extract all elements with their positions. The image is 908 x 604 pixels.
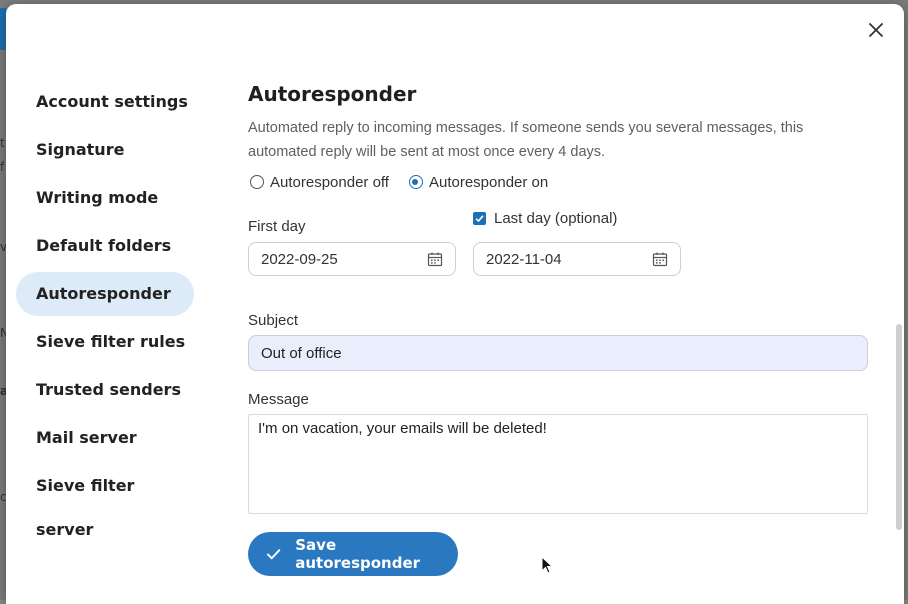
last-day-label: Last day (optional) (494, 210, 618, 227)
first-day-group: First day 2022-09-25 (248, 218, 456, 276)
sidebar-item-autoresponder[interactable]: Autoresponder (16, 272, 194, 316)
autoresponder-off-radio[interactable]: Autoresponder off (248, 174, 389, 191)
sidebar-item-mail-server[interactable]: Mail server (16, 416, 194, 460)
background-text: t (0, 136, 5, 150)
background-text: f (0, 160, 5, 174)
mouse-pointer-icon (541, 556, 553, 574)
message-label: Message (248, 391, 309, 408)
page-title: Autoresponder (248, 82, 417, 106)
last-day-group: Last day (optional) 2022-11-04 (473, 210, 681, 276)
autoresponder-toggle: Autoresponder off Autoresponder on (248, 170, 868, 194)
close-button[interactable] (866, 20, 886, 40)
message-textarea[interactable]: I'm on vacation, your emails will be del… (248, 414, 868, 514)
autoresponder-on-label: Autoresponder on (428, 173, 549, 191)
message-value: I'm on vacation, your emails will be del… (258, 420, 547, 437)
close-icon (869, 23, 883, 37)
subject-input[interactable]: Out of office (248, 335, 868, 371)
autoresponder-description: Automated reply to incoming messages. If… (248, 120, 804, 160)
radio-unchecked-icon (250, 175, 264, 189)
sidebar-item-account-settings[interactable]: Account settings (16, 80, 194, 124)
check-icon (266, 549, 281, 560)
date-range: First day 2022-09-25 Last day (optional)… (248, 208, 868, 278)
settings-sidebar: Account settings Signature Writing mode … (16, 80, 194, 539)
radio-checked-icon (408, 175, 423, 189)
subject-value: Out of office (261, 344, 342, 362)
scrollbar[interactable] (896, 324, 902, 530)
subject-label: Subject (248, 312, 299, 329)
sidebar-item-writing-mode[interactable]: Writing mode (16, 176, 194, 220)
calendar-icon[interactable] (427, 251, 443, 267)
save-autoresponder-label: Save autoresponder (295, 536, 421, 572)
last-day-checkbox[interactable]: Last day (optional) (473, 210, 617, 227)
settings-dialog: Account settings Signature Writing mode … (6, 4, 904, 604)
sidebar-item-signature[interactable]: Signature (16, 128, 194, 172)
autoresponder-panel: Autoresponder Automated reply to incomin… (248, 82, 868, 576)
sidebar-item-default-folders[interactable]: Default folders (16, 224, 194, 268)
checkbox-checked-icon (473, 212, 486, 225)
last-day-value: 2022-11-04 (486, 250, 562, 268)
autoresponder-on-radio[interactable]: Autoresponder on (407, 174, 548, 191)
sidebar-item-sieve-filter-rules[interactable]: Sieve filter rules (16, 320, 194, 364)
calendar-icon[interactable] (652, 251, 668, 267)
autoresponder-off-label: Autoresponder off (270, 173, 389, 191)
first-day-value: 2022-09-25 (261, 250, 338, 268)
sidebar-item-trusted-senders[interactable]: Trusted senders (16, 368, 194, 412)
save-autoresponder-button[interactable]: Save autoresponder (248, 532, 458, 576)
last-day-input[interactable]: 2022-11-04 (473, 242, 681, 276)
first-day-input[interactable]: 2022-09-25 (248, 242, 456, 276)
first-day-label: First day (248, 218, 306, 235)
sidebar-item-sieve-filter-server[interactable]: Sieve filter server (16, 464, 194, 539)
